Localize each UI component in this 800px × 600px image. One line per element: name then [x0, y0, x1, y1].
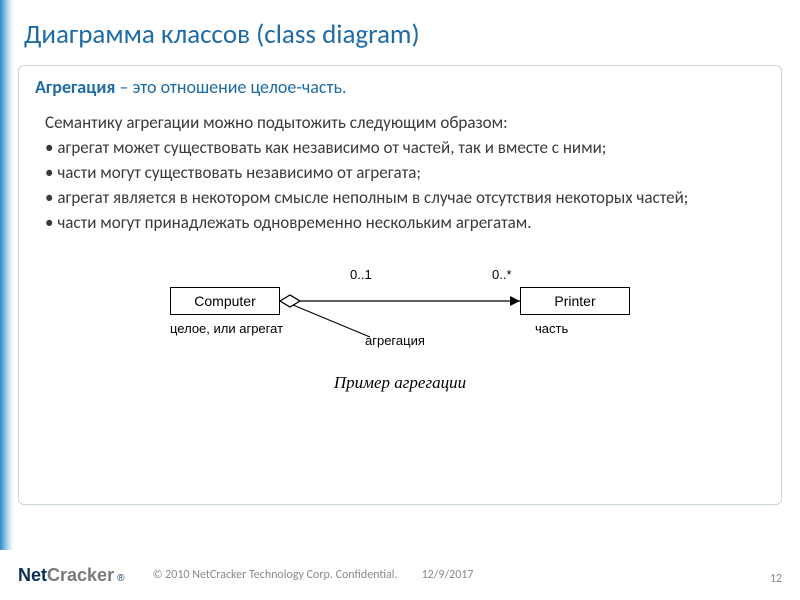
caption-whole: целое, или агрегат [170, 321, 283, 336]
slide-header: Диаграмма классов (class diagram) [0, 0, 800, 61]
class-box-printer: Printer [520, 287, 630, 315]
bullet-2: • части могут существовать независимо от… [45, 162, 765, 185]
aggregation-diamond-icon [280, 295, 300, 307]
page-number: 12 [770, 572, 782, 586]
bullet-3: • агрегат является в некотором смысле не… [45, 187, 765, 210]
body-text: Семантику агрегации можно подытожить сле… [45, 112, 765, 235]
caption-relation: агрегация [365, 333, 425, 348]
slide-footer: NetCracker ® © 2010 NetCracker Technolog… [0, 550, 800, 600]
definition-rest: – это отношение целое-часть. [115, 76, 346, 98]
bullet-4: • части могут принадлежать одновременно … [45, 212, 765, 235]
logo-part-net: Net [18, 565, 47, 586]
uml-diagram: Computer Printer 0..1 0..* целое, или аг… [140, 265, 660, 415]
footer-date: 12/9/2017 [422, 568, 474, 582]
class-box-computer: Computer [170, 287, 280, 315]
logo-part-cracker: Cracker [47, 565, 114, 586]
caption-part: часть [535, 321, 568, 336]
definition-row: Агрегация – это отношение целое-часть. [35, 76, 765, 98]
definition-term: Агрегация [35, 76, 115, 98]
slide-title: Диаграмма классов (class diagram) [24, 18, 776, 51]
content-card: Агрегация – это отношение целое-часть. С… [18, 65, 782, 505]
multiplicity-left: 0..1 [350, 267, 372, 282]
body-intro: Семантику агрегации можно подытожить сле… [45, 112, 765, 135]
logo-registered: ® [117, 573, 124, 584]
logo: NetCracker ® [18, 565, 124, 586]
arrowhead-icon [510, 296, 520, 306]
bullet-1: • агрегат может существовать как независ… [45, 137, 765, 160]
multiplicity-right: 0..* [492, 267, 512, 282]
diagram-caption: Пример агрегации [140, 373, 660, 393]
footer-copyright: © 2010 NetCracker Technology Corp. Confi… [152, 568, 397, 582]
slide: Диаграмма классов (class diagram) Агрега… [0, 0, 800, 600]
